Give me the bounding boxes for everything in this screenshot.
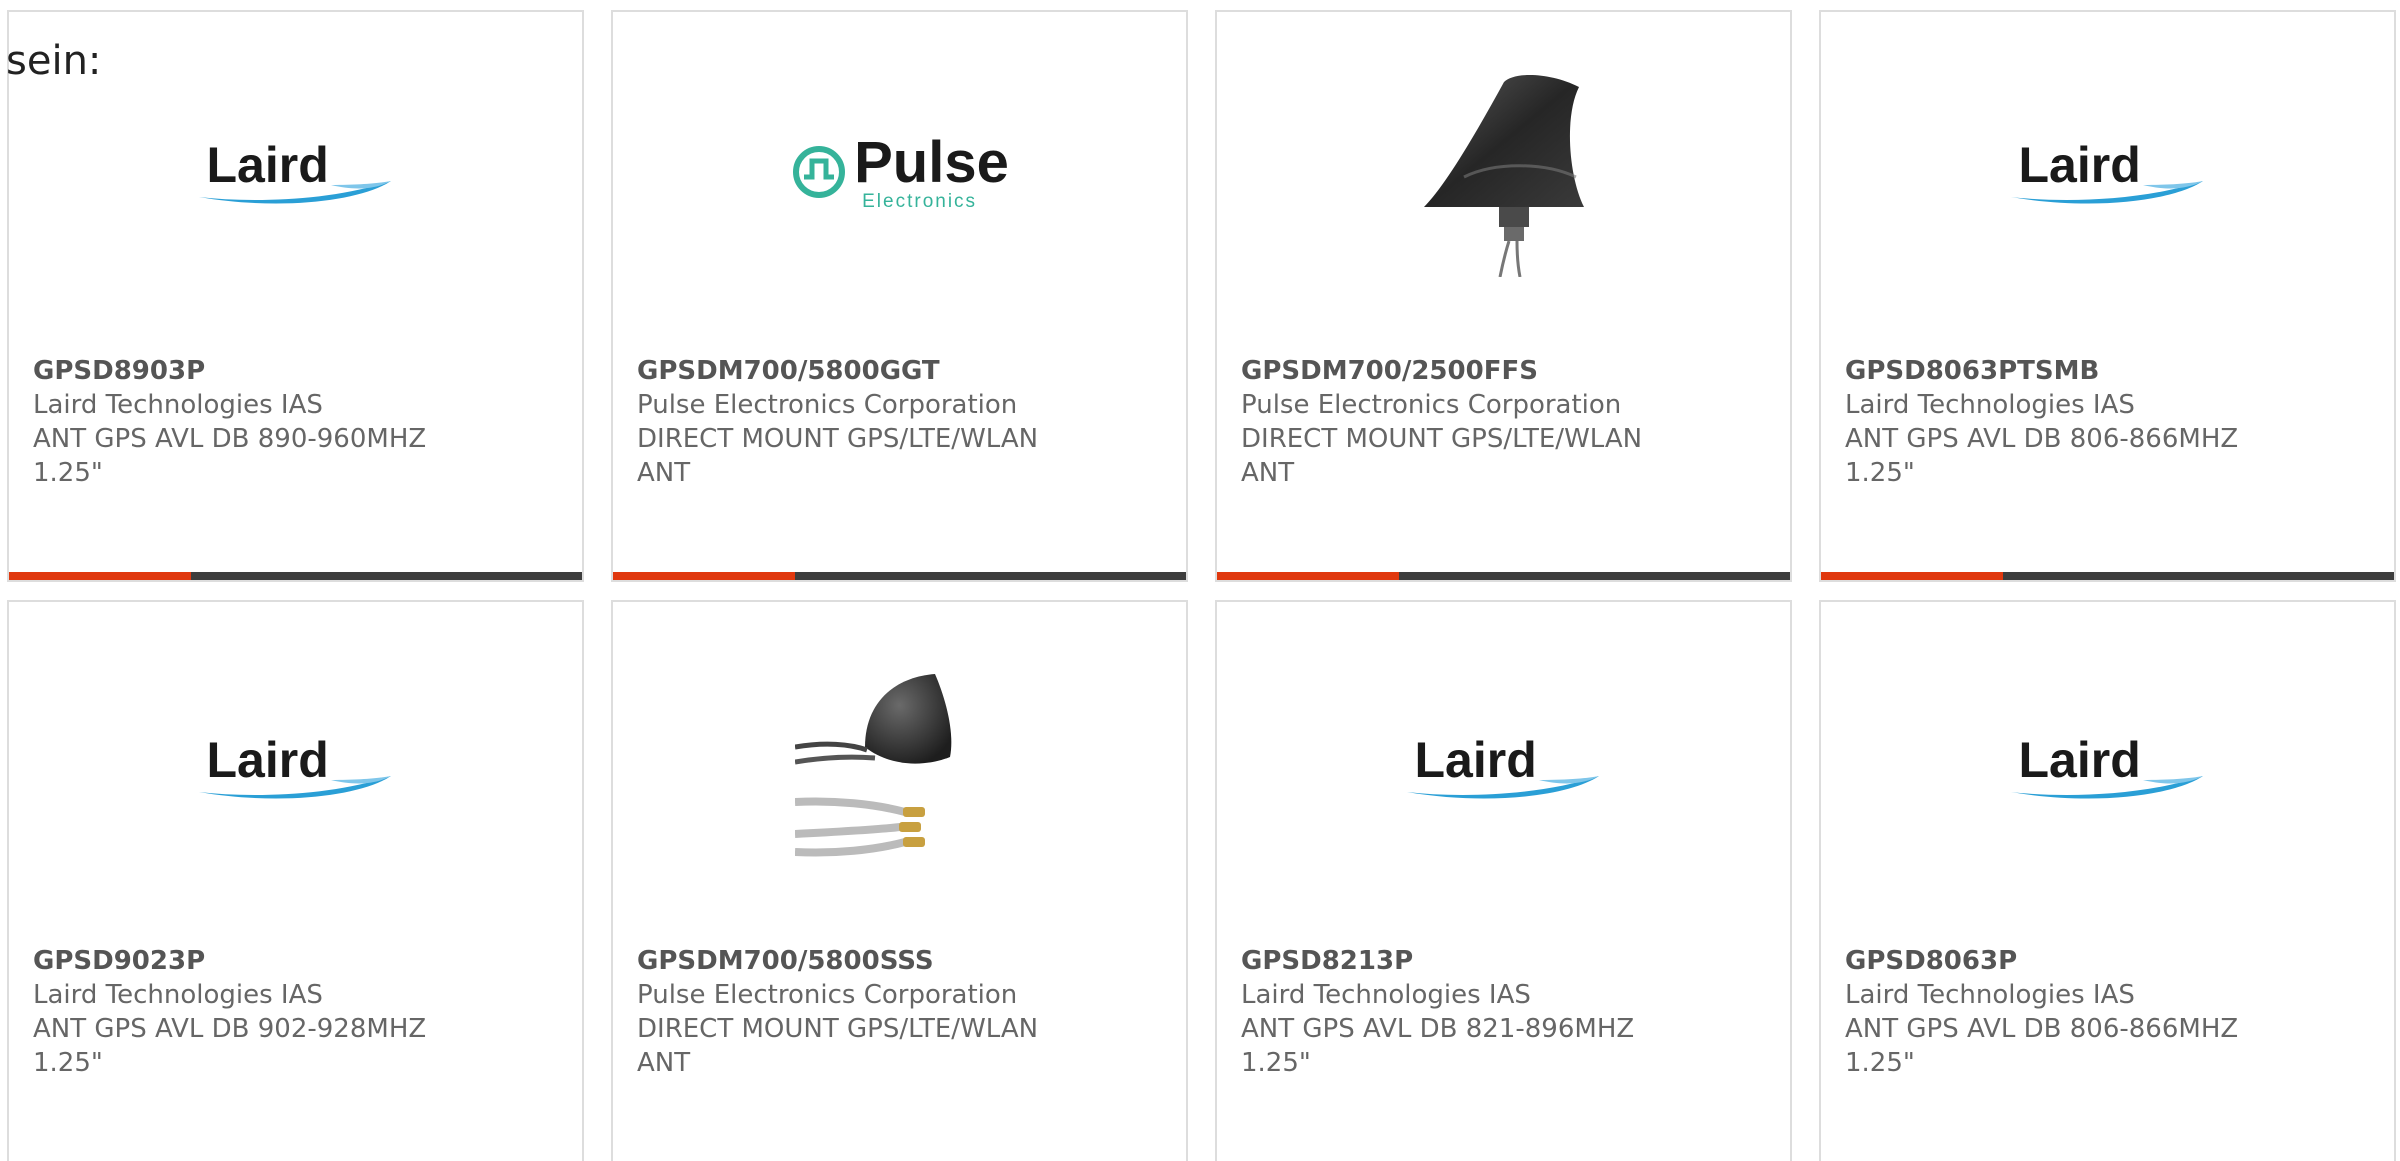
description: DIRECT MOUNT GPS/LTE/WLAN ANT [637, 1014, 1039, 1078]
manufacturer: Pulse Electronics Corporation [1241, 390, 1622, 420]
description: ANT GPS AVL DB 806-866MHZ 1.25" [1845, 424, 2239, 488]
product-card[interactable]: GPSDM700/5800SSS Pulse Electronics Corpo… [611, 600, 1188, 1161]
card-footer-bar [1821, 572, 2394, 580]
laird-logo-icon: Laird [191, 732, 401, 802]
product-image: Laird [1821, 62, 2394, 282]
manufacturer: Pulse Electronics Corporation [637, 980, 1018, 1010]
product-image [1217, 62, 1790, 282]
laird-logo-icon: Laird [2003, 137, 2213, 207]
part-number-link[interactable]: GPSDM700/5800SSS [637, 944, 1170, 978]
description: ANT GPS AVL DB 806-866MHZ 1.25" [1845, 1014, 2239, 1078]
description: DIRECT MOUNT GPS/LTE/WLAN ANT [637, 424, 1039, 488]
laird-logo-icon: Laird [2003, 732, 2213, 802]
part-number-link[interactable]: GPSD8063P [1845, 944, 2378, 978]
product-image [613, 657, 1186, 877]
card-footer-bar [9, 572, 582, 580]
laird-logo-icon: Laird [191, 137, 401, 207]
part-number-link[interactable]: GPSD8063PTSMB [1845, 354, 2378, 388]
manufacturer: Laird Technologies IAS [1845, 390, 2135, 420]
manufacturer: Laird Technologies IAS [33, 980, 323, 1010]
manufacturer: Laird Technologies IAS [1241, 980, 1531, 1010]
product-card[interactable]: Laird GPSD9023P Laird Technologies IAS A… [7, 600, 584, 1161]
description: ANT GPS AVL DB 890-960MHZ 1.25" [33, 424, 427, 488]
part-number-link[interactable]: GPSD8903P [33, 354, 566, 388]
part-number-link[interactable]: GPSD9023P [33, 944, 566, 978]
puck-antenna-with-cables-icon [794, 674, 951, 857]
product-card[interactable]: Laird GPSD8903P Laird Technologies IAS A… [7, 10, 584, 582]
product-grid-page: sein: Laird GPSD8903P Laird Technologies… [0, 0, 2400, 1161]
description: ANT GPS AVL DB 902-928MHZ 1.25" [33, 1014, 427, 1078]
product-image: Laird [9, 657, 582, 877]
product-image: Laird [1821, 657, 2394, 877]
manufacturer: Laird Technologies IAS [33, 390, 323, 420]
shark-fin-antenna-icon [1423, 75, 1584, 277]
description: DIRECT MOUNT GPS/LTE/WLAN ANT [1241, 424, 1643, 488]
manufacturer: Laird Technologies IAS [1845, 980, 2135, 1010]
product-image: Pulse Electronics [613, 62, 1186, 282]
part-number-link[interactable]: GPSDM700/2500FFS [1241, 354, 1774, 388]
product-image: Laird [1217, 657, 1790, 877]
card-footer-bar [1217, 572, 1790, 580]
manufacturer: Pulse Electronics Corporation [637, 390, 1018, 420]
pulse-electronics-logo-icon: Pulse Electronics [790, 133, 1009, 211]
card-footer-bar [613, 572, 1186, 580]
product-card[interactable]: Pulse Electronics GPSDM700/5800GGT Pulse… [611, 10, 1188, 582]
part-number-link[interactable]: GPSDM700/5800GGT [637, 354, 1170, 388]
product-card[interactable]: GPSDM700/2500FFS Pulse Electronics Corpo… [1215, 10, 1792, 582]
product-card[interactable]: Laird GPSD8213P Laird Technologies IAS A… [1215, 600, 1792, 1161]
intro-text: sein: [6, 38, 102, 84]
product-image: Laird [9, 62, 582, 282]
laird-logo-icon: Laird [1399, 732, 1609, 802]
product-card[interactable]: Laird GPSD8063PTSMB Laird Technologies I… [1819, 10, 2396, 582]
part-number-link[interactable]: GPSD8213P [1241, 944, 1774, 978]
description: ANT GPS AVL DB 821-896MHZ 1.25" [1241, 1014, 1635, 1078]
product-card[interactable]: Laird GPSD8063P Laird Technologies IAS A… [1819, 600, 2396, 1161]
